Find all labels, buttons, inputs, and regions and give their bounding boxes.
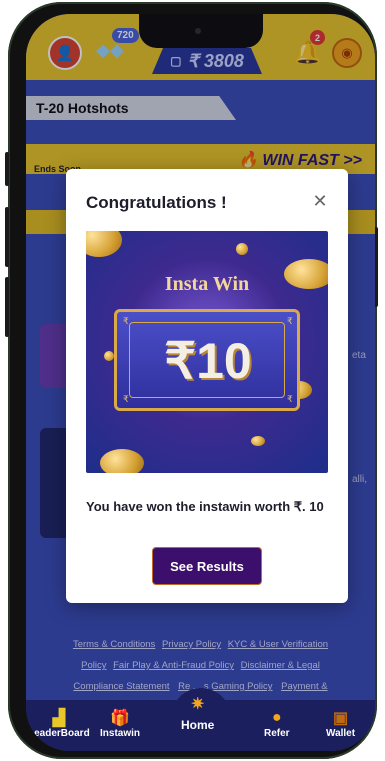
coin-decoration	[104, 351, 114, 361]
trophy-icon: ▟	[52, 710, 65, 727]
nav-label: Instawin	[100, 728, 141, 739]
nav-label: Home	[181, 718, 215, 732]
coin-decoration	[251, 436, 265, 446]
nav-wallet[interactable]: ▣ Wallet	[326, 708, 355, 739]
phone-volume-down	[5, 277, 9, 337]
wallet-icon: ▣	[332, 710, 349, 727]
nav-label: Wallet	[326, 728, 356, 739]
nav-label: Refer	[264, 728, 290, 739]
modal-title: Congratulations !	[86, 193, 227, 212]
nav-label: LeaderBoard	[28, 728, 90, 739]
nav-instawin[interactable]: 🎁 Instawin	[100, 708, 140, 739]
app-screen: 👤 ◆◆ 720 ▢ ₹ 3808 🔔 2 ◉ T-20 Hotshots En…	[26, 14, 375, 751]
prize-image: Insta Win ₹ ₹ ₹ ₹ ₹10	[86, 231, 328, 473]
rupee-icon: ₹	[287, 394, 293, 404]
bottom-navbar: ▟ LeaderBoard 🎁 Instawin ✷ Home ● Refer …	[26, 688, 375, 751]
coin-icon: ●	[271, 709, 282, 726]
nav-refer[interactable]: ● Refer	[264, 708, 290, 739]
coin-decoration	[86, 231, 122, 257]
nav-home[interactable]: ✷ Home	[181, 694, 214, 732]
banknote-frame: ₹10	[129, 322, 285, 398]
prize-title: Insta Win	[164, 273, 250, 295]
prize-banknote: ₹ ₹ ₹ ₹ ₹10	[114, 309, 300, 411]
rupee-icon: ₹	[123, 394, 129, 404]
coin-decoration	[100, 449, 144, 473]
phone-frame: 👤 ◆◆ 720 ▢ ₹ 3808 🔔 2 ◉ T-20 Hotshots En…	[5, 2, 378, 759]
phone-volume-up	[5, 207, 9, 267]
close-icon[interactable]: ✕	[310, 191, 330, 211]
prize-amount: ₹10	[164, 333, 252, 389]
gift-icon: 🎁	[110, 710, 130, 727]
congratulations-modal: Congratulations ! ✕ Insta Win ₹ ₹ ₹ ₹ ₹1…	[66, 169, 348, 603]
coin-decoration	[236, 243, 248, 255]
rupee-icon: ₹	[287, 316, 293, 326]
rupee-icon: ₹	[123, 316, 129, 326]
win-message: You have won the instawin worth ₹. 10	[86, 499, 324, 514]
see-results-button[interactable]: See Results	[152, 547, 262, 585]
home-icon: ✷	[190, 696, 205, 713]
nav-leaderboard[interactable]: ▟ LeaderBoard	[28, 708, 90, 739]
phone-side-button	[5, 152, 9, 186]
